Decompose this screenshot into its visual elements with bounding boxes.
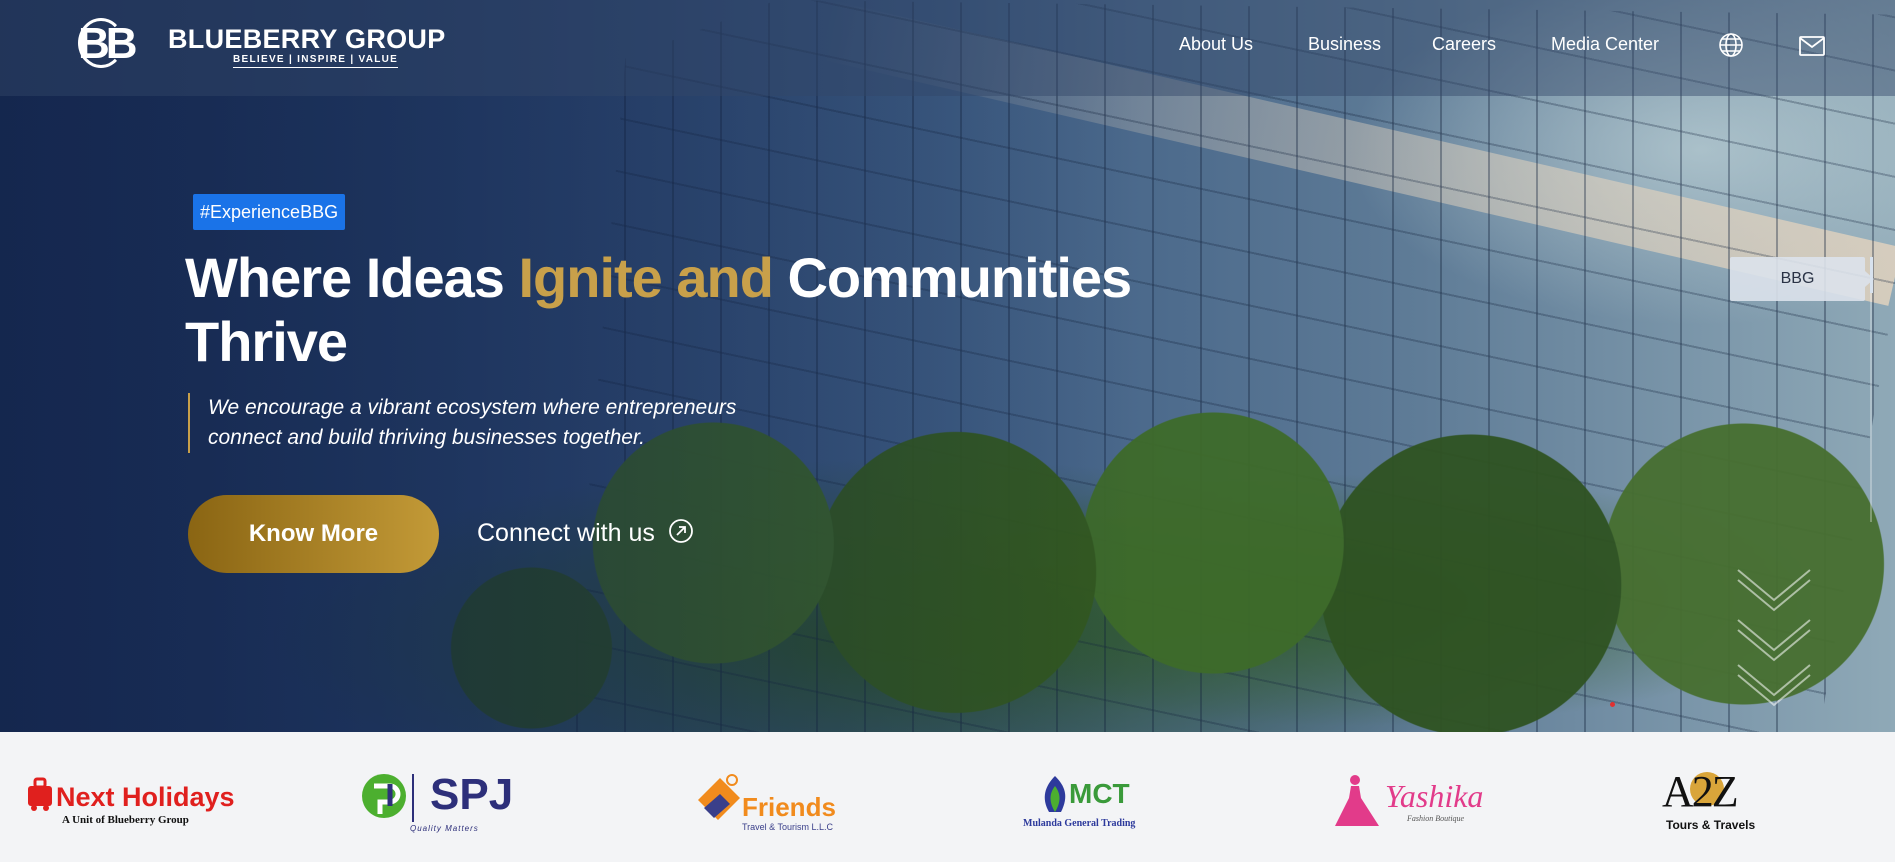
partner-subtitle: Travel & Tourism L.L.C [742,822,834,832]
partner-name: SPJ [430,770,514,819]
blueberry-group-logo[interactable]: BB BLUEBERRY GROUP BELIEVE | INSPIRE | V… [78,16,445,74]
partner-logo-yashika[interactable]: Yashika Fashion Boutique [1333,770,1483,830]
partner-logo-a2z[interactable]: A2Z Tours & Travels [1662,767,1772,833]
partner-logo-mct[interactable]: MCT Mulanda General Trading [1023,770,1143,830]
partner-logo-next-holidays[interactable]: Next Holidays A Unit of Blueberry Group [26,770,246,830]
partner-logo-friends[interactable]: Friends Travel & Tourism L.L.C [690,770,840,832]
nav-business[interactable]: Business [1308,34,1381,55]
partner-name: A2Z [1662,767,1739,816]
red-marker-dot [1610,702,1615,707]
partner-logos-strip [0,732,1895,862]
nav-about-us[interactable]: About Us [1179,34,1253,55]
headline-highlight: Ignite and [518,246,773,309]
slide-progress-track [1870,257,1872,522]
hero-subtext: We encourage a vibrant ecosystem where e… [188,393,808,453]
mail-icon[interactable] [1798,35,1826,62]
partner-subtitle: Quality Matters [410,824,479,833]
connect-with-us-label: Connect with us [477,519,655,548]
logo-tagline: BELIEVE | INSPIRE | VALUE [233,54,399,68]
yashika-dress-icon [1335,775,1379,826]
suitcase-icon [28,777,52,811]
globe-icon[interactable] [1718,32,1744,63]
partner-subtitle: A Unit of Blueberry Group [62,814,189,826]
hero-headline: Where Ideas Ignite and Communities Thriv… [185,246,1145,374]
partner-subtitle: Fashion Boutique [1407,814,1465,823]
nav-media-center[interactable]: Media Center [1551,34,1659,55]
partner-subtitle: Mulanda General Trading [1023,818,1136,829]
partner-logo-spj[interactable]: SPJ Quality Matters [360,770,530,833]
logo-mark: BB [78,19,138,68]
connect-with-us-link[interactable]: Connect with us [477,518,694,551]
know-more-button[interactable]: Know More [188,495,439,573]
partner-name: Yashika [1385,778,1484,814]
headline-part1: Where Ideas [185,246,519,309]
partner-subtitle: Tours & Travels [1666,818,1756,832]
logo-name: BLUEBERRY GROUP [168,24,446,54]
experience-hashtag-badge[interactable]: #ExperienceBBG [193,194,346,230]
partner-name: Next Holidays [56,782,235,812]
partner-name: Friends [742,792,836,822]
spj-emblem-icon [362,774,406,818]
partner-name: MCT [1069,778,1130,809]
slide-progress-active [1870,257,1873,293]
scroll-down-chevrons-icon[interactable] [1736,560,1816,715]
nav-careers[interactable]: Careers [1432,34,1496,55]
spj-divider [412,774,414,822]
side-slide-tab[interactable]: BBG [1730,257,1874,301]
friends-tag-icon [698,774,740,820]
arrow-up-right-icon [668,518,694,551]
